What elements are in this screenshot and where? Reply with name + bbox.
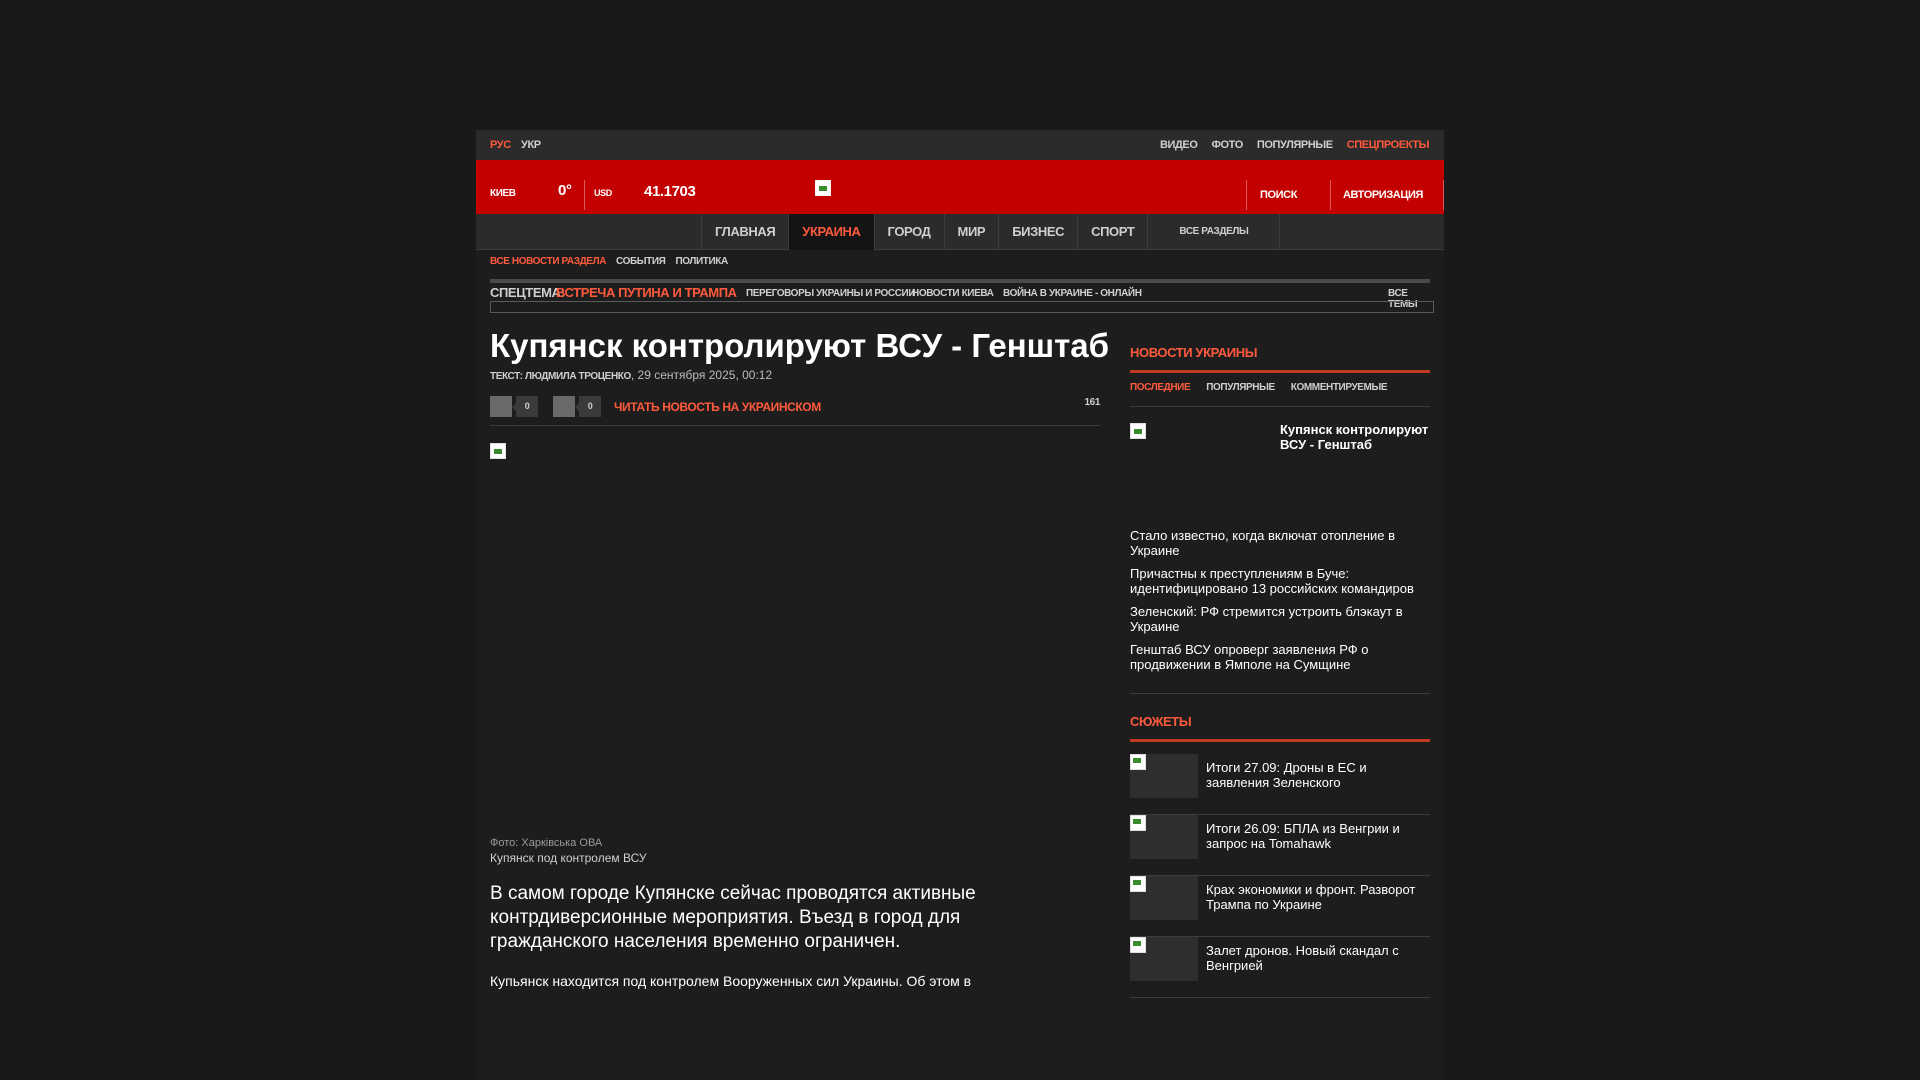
subnav-events[interactable]: СОБЫТИЯ — [616, 256, 666, 267]
sidebar-tabs: ПОСЛЕДНИЕ ПОПУЛЯРНЫЕ КОММЕНТИРУЕМЫЕ — [1130, 382, 1388, 393]
article-author[interactable]: ТЕКСТ: ЛЮДМИЛА ТРОЦЕНКО — [490, 371, 631, 382]
nav-item-world[interactable]: МИР — [943, 214, 999, 250]
story-title: Залет дронов. Новый скандал с Венгрией — [1206, 943, 1399, 973]
top-link-photo[interactable]: ФОТО — [1212, 139, 1244, 151]
story-thumbnail — [1130, 754, 1198, 798]
share-telegram-icon[interactable] — [553, 396, 575, 417]
news-item[interactable]: Генштаб ВСУ опроверг заявления РФ о прод… — [1130, 642, 1430, 672]
main-nav: ГЛАВНАЯ УКРАИНА ГОРОД МИР БИЗНЕС СПОРТ В… — [476, 214, 1444, 250]
nav-item-city[interactable]: ГОРОД — [873, 214, 944, 250]
story-thumbnail — [1130, 876, 1198, 920]
topics-frame — [490, 301, 1434, 313]
subnav-politics[interactable]: ПОЛИТИКА — [675, 256, 728, 267]
photo-credit: Фото: Харківська ОВА — [490, 837, 603, 849]
site-container: РУС УКР ВИДЕО ФОТО ПОПУЛЯРНЫЕ СПЕЦПРОЕКТ… — [476, 130, 1444, 1080]
story-item[interactable]: Залет дронов. Новый скандал с Венгрией — [1130, 937, 1430, 998]
tab-commented[interactable]: КОММЕНТИРУЕМЫЕ — [1291, 382, 1388, 393]
header-bar: КИЕВ 0° USD 41.1703 ПОИСК АВТОРИЗАЦИЯ — [476, 160, 1444, 214]
share-count: 0 — [512, 396, 538, 417]
views-count: 161 — [1084, 397, 1101, 408]
site-logo-image[interactable] — [815, 180, 831, 196]
nav-item-ukraine[interactable]: УКРАИНА — [788, 214, 874, 250]
currency-code: USD — [594, 188, 612, 198]
auth-button[interactable]: АВТОРИЗАЦИЯ — [1343, 189, 1423, 201]
news-item[interactable]: Причастны к преступлениям в Буче: иденти… — [1130, 566, 1430, 596]
story-thumbnail — [1130, 937, 1198, 981]
news-item[interactable]: Зеленский: РФ стремится устроить блэкаут… — [1130, 604, 1430, 634]
story-item[interactable]: Итоги 27.09: Дроны в ЕС и заявления Зеле… — [1130, 754, 1430, 815]
top-link-video[interactable]: ВИДЕО — [1160, 139, 1198, 151]
article-paragraph: Купьянск находится под контролем Вооруже… — [490, 973, 972, 989]
article-main-image[interactable] — [490, 443, 1102, 811]
article-title: Купянск контролируют ВСУ - Генштаб — [490, 327, 1110, 364]
news-item[interactable]: Стало известно, когда включат отопление … — [1130, 528, 1430, 558]
story-title: Крах экономики и фронт. Разворот Трампа … — [1206, 882, 1416, 912]
article-lead: В самом городе Купянске сейчас проводятс… — [490, 883, 976, 952]
header-divider — [584, 180, 585, 210]
read-in-ukrainian-link[interactable]: ЧИТАТЬ НОВОСТЬ НА УКРАИНСКОМ — [614, 400, 821, 414]
topic-hot-link[interactable]: ВСТРЕЧА ПУТИНА И ТРАМПА — [556, 285, 737, 300]
story-title: Итоги 27.09: Дроны в ЕС и заявления Зеле… — [1206, 760, 1367, 790]
nav-item-business[interactable]: БИЗНЕС — [998, 214, 1077, 250]
nav-item-all-sections[interactable]: ВСЕ РАЗДЕЛЫ — [1147, 214, 1281, 250]
image-caption: Купянск под контролем ВСУ — [490, 851, 647, 865]
top-links: ВИДЕО ФОТО ПОПУЛЯРНЫЕ СПЕЦПРОЕКТЫ — [1160, 139, 1429, 151]
header-divider — [1443, 180, 1444, 210]
weather-city: КИЕВ — [490, 188, 516, 199]
story-thumbnail — [1130, 815, 1198, 859]
featured-news-title[interactable]: Купянск контролируют ВСУ - Генштаб — [1280, 422, 1430, 452]
topics-bar: СПЕЦТЕМА: ВСТРЕЧА ПУТИНА И ТРАМПА ПЕРЕГО… — [490, 285, 1430, 310]
share-count: 0 — [575, 396, 601, 417]
topics-divider — [490, 279, 1430, 283]
image-placeholder-icon — [490, 443, 506, 459]
tab-popular[interactable]: ПОПУЛЯРНЫЕ — [1206, 382, 1275, 393]
tab-latest[interactable]: ПОСЛЕДНИЕ — [1130, 382, 1191, 393]
topic-link-war-online[interactable]: ВОЙНА В УКРАИНЕ - ОНЛАЙН — [1003, 288, 1142, 299]
sidebar-divider — [1130, 693, 1430, 694]
byline-separator: , — [630, 368, 638, 382]
sidebar-title-underline — [1130, 739, 1430, 742]
story-title: Итоги 26.09: БПЛА из Венгрии и запрос на… — [1206, 821, 1400, 851]
story-item[interactable]: Итоги 26.09: БПЛА из Венгрии и запрос на… — [1130, 815, 1430, 876]
featured-news-image[interactable] — [1130, 423, 1146, 439]
subnav-all-news[interactable]: ВСЕ НОВОСТИ РАЗДЕЛА — [490, 256, 606, 267]
search-button[interactable]: ПОИСК — [1260, 189, 1297, 201]
section-subnav: ВСЕ НОВОСТИ РАЗДЕЛА СОБЫТИЯ ПОЛИТИКА — [490, 256, 728, 267]
nav-item-main[interactable]: ГЛАВНАЯ — [701, 214, 788, 250]
share-bar: 0 0 ЧИТАТЬ НОВОСТЬ НА УКРАИНСКОМ 161 — [490, 396, 1100, 426]
topics-label: СПЕЦТЕМА: — [490, 285, 565, 300]
article-date: 29 сентября 2025, 00:12 — [637, 368, 773, 382]
story-item[interactable]: Крах экономики и фронт. Разворот Трампа … — [1130, 876, 1430, 937]
sidebar-news-title[interactable]: НОВОСТИ УКРАИНЫ — [1130, 345, 1257, 360]
lang-ru-link[interactable]: РУС — [490, 139, 511, 151]
currency-rate: 41.1703 — [644, 183, 696, 200]
header-divider — [1330, 180, 1331, 210]
share-facebook-icon[interactable] — [490, 396, 512, 417]
sidebar-divider — [1130, 406, 1430, 407]
topic-link-kyiv-news[interactable]: НОВОСТИ КИЕВА — [912, 288, 994, 299]
lang-ua-link[interactable]: УКР — [521, 139, 541, 151]
top-bar: РУС УКР ВИДЕО ФОТО ПОПУЛЯРНЫЕ СПЕЦПРОЕКТ… — [476, 130, 1444, 160]
sidebar-stories-title[interactable]: СЮЖЕТЫ — [1130, 714, 1192, 729]
sidebar-title-underline — [1130, 370, 1430, 373]
nav-item-sport[interactable]: СПОРТ — [1077, 214, 1147, 250]
top-link-special[interactable]: СПЕЦПРОЕКТЫ — [1347, 139, 1430, 151]
article-byline: ТЕКСТ: ЛЮДМИЛА ТРОЦЕНКО, 29 сентября 202… — [490, 368, 772, 382]
header-divider — [1246, 180, 1247, 210]
weather-temperature: 0° — [558, 182, 572, 199]
topic-link-negotiations[interactable]: ПЕРЕГОВОРЫ УКРАИНЫ И РОССИИ — [746, 288, 916, 299]
top-link-popular[interactable]: ПОПУЛЯРНЫЕ — [1257, 139, 1333, 151]
